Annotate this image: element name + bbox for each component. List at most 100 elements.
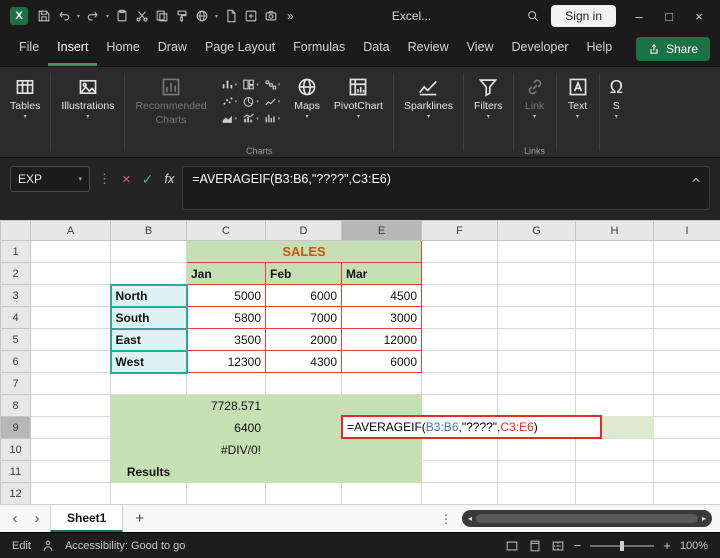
cell-a8[interactable] xyxy=(30,394,111,417)
cell-d3[interactable]: 6000 xyxy=(265,284,342,307)
cell-d2-feb[interactable]: Feb xyxy=(265,262,342,285)
collapse-formula-bar-icon[interactable] xyxy=(691,173,701,187)
zoom-slider[interactable] xyxy=(590,540,655,551)
cell-f3[interactable] xyxy=(421,284,498,307)
cell-f8[interactable] xyxy=(421,394,498,417)
cell-b8[interactable] xyxy=(110,394,187,417)
minimize-button[interactable]: – xyxy=(624,0,654,32)
format-painter-icon[interactable] xyxy=(172,5,192,27)
col-header-a[interactable]: A xyxy=(30,220,111,241)
cell-a4[interactable] xyxy=(30,306,111,329)
cell-f12[interactable] xyxy=(421,482,498,504)
cell-c8-average[interactable]: 7728.571 xyxy=(186,394,266,417)
quick-access-overflow-icon[interactable]: » xyxy=(281,9,300,23)
cell-d10[interactable] xyxy=(265,438,342,461)
cell-d5[interactable]: 2000 xyxy=(265,328,342,351)
zoom-out-button[interactable]: − xyxy=(574,538,582,553)
cell-a5[interactable] xyxy=(30,328,111,351)
cell-f4[interactable] xyxy=(421,306,498,329)
cell-h6[interactable] xyxy=(575,350,654,373)
cell-g5[interactable] xyxy=(497,328,576,351)
cell-c10-error[interactable]: #DIV/0! xyxy=(186,438,266,461)
cell-a10[interactable] xyxy=(30,438,111,461)
cell-c2-jan[interactable]: Jan xyxy=(186,262,266,285)
tab-data[interactable]: Data xyxy=(354,32,398,66)
cell-e10[interactable] xyxy=(341,438,422,461)
cell-b7[interactable] xyxy=(110,372,187,395)
scroll-left-icon[interactable]: ◂ xyxy=(468,514,472,523)
cell-i12[interactable] xyxy=(653,482,720,504)
tab-review[interactable]: Review xyxy=(399,32,458,66)
row-header-6[interactable]: 6 xyxy=(0,350,31,373)
cell-b5-east[interactable]: East xyxy=(109,327,188,352)
cell-f11[interactable] xyxy=(421,460,498,483)
sheet-nav-left-icon[interactable]: ‹ xyxy=(6,510,24,527)
cell-c12[interactable] xyxy=(186,482,266,504)
accessibility-status[interactable]: Accessibility: Good to go xyxy=(65,540,185,552)
text-button[interactable]: Text ▾ xyxy=(560,69,596,123)
maps-button[interactable]: Maps ▾ xyxy=(287,69,327,123)
save-icon[interactable] xyxy=(34,5,54,27)
row-header-5[interactable]: 5 xyxy=(0,328,31,351)
add-icon[interactable] xyxy=(241,5,261,27)
name-box-dropdown-icon[interactable]: ▾ xyxy=(78,175,82,183)
cell-i6[interactable] xyxy=(653,350,720,373)
horizontal-scrollbar[interactable]: ◂ ▸ xyxy=(462,510,712,527)
tab-draw[interactable]: Draw xyxy=(149,32,196,66)
col-header-g[interactable]: G xyxy=(497,220,576,241)
cell-f1[interactable] xyxy=(421,240,498,263)
cell-d7[interactable] xyxy=(265,372,342,395)
filters-button[interactable]: Filters ▾ xyxy=(467,69,510,123)
select-all-button[interactable] xyxy=(0,220,31,241)
cell-d9[interactable] xyxy=(265,416,342,439)
globe-icon[interactable] xyxy=(192,5,212,27)
cell-i7[interactable] xyxy=(653,372,720,395)
cell-b1[interactable] xyxy=(110,240,187,263)
cell-g10[interactable] xyxy=(497,438,576,461)
histogram-chart-icon[interactable]: ▾ xyxy=(264,112,280,125)
row-header-2[interactable]: 2 xyxy=(0,262,31,285)
cell-g1[interactable] xyxy=(497,240,576,263)
zoom-in-button[interactable]: + xyxy=(663,538,671,553)
cell-a2[interactable] xyxy=(30,262,111,285)
cell-i10[interactable] xyxy=(653,438,720,461)
copy-icon[interactable] xyxy=(152,5,172,27)
cell-a9[interactable] xyxy=(30,416,111,439)
cell-f7[interactable] xyxy=(421,372,498,395)
cell-e7[interactable] xyxy=(341,372,422,395)
cut-scissors-icon[interactable] xyxy=(132,5,152,27)
cell-g11[interactable] xyxy=(497,460,576,483)
symbols-button[interactable]: Ω S ▾ xyxy=(603,69,630,123)
cell-g3[interactable] xyxy=(497,284,576,307)
cell-h4[interactable] xyxy=(575,306,654,329)
row-header-4[interactable]: 4 xyxy=(0,306,31,329)
cell-h10[interactable] xyxy=(575,438,654,461)
cell-d12[interactable] xyxy=(265,482,342,504)
recommended-charts-button[interactable]: Recommended Charts xyxy=(128,69,213,128)
cell-b4-south[interactable]: South xyxy=(109,305,188,330)
cell-i5[interactable] xyxy=(653,328,720,351)
formula-input[interactable]: =AVERAGEIF(B3:B6,"????",C3:E6) xyxy=(182,166,710,210)
treemap-chart-icon[interactable]: ▾ xyxy=(242,78,259,91)
tab-insert[interactable]: Insert xyxy=(48,32,98,66)
cell-c6[interactable]: 12300 xyxy=(186,350,266,373)
cell-c11[interactable] xyxy=(186,460,266,483)
cell-f2[interactable] xyxy=(421,262,498,285)
sheet-nav-right-icon[interactable]: › xyxy=(28,510,46,527)
row-header-8[interactable]: 8 xyxy=(0,394,31,417)
cell-f6[interactable] xyxy=(421,350,498,373)
document-icon[interactable] xyxy=(221,5,241,27)
cancel-entry-icon[interactable]: × xyxy=(122,171,131,188)
row-header-1[interactable]: 1 xyxy=(0,240,31,263)
page-break-view-icon[interactable] xyxy=(551,539,565,553)
cell-e3[interactable]: 4500 xyxy=(341,284,422,307)
cell-i9[interactable] xyxy=(653,416,720,439)
tab-file[interactable]: File xyxy=(10,32,48,66)
cell-i2[interactable] xyxy=(653,262,720,285)
cell-h2[interactable] xyxy=(575,262,654,285)
row-header-12[interactable]: 12 xyxy=(0,482,31,504)
cell-g6[interactable] xyxy=(497,350,576,373)
cell-i4[interactable] xyxy=(653,306,720,329)
tables-button[interactable]: Tables ▾ xyxy=(3,69,47,123)
col-header-i[interactable]: I xyxy=(653,220,720,241)
